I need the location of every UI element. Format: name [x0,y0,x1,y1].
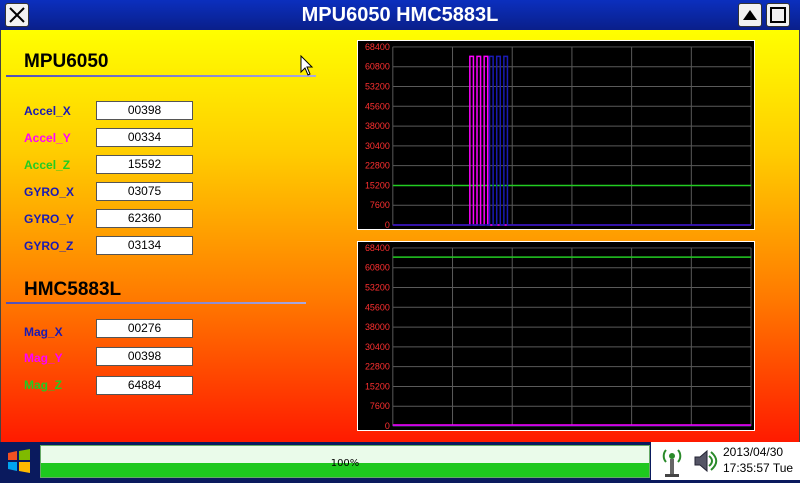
y-tick-label: 15200 [365,381,390,391]
y-tick-label: 0 [385,421,390,431]
accel-x-label: Accel_X [24,104,71,118]
mag-z-field[interactable]: 64884 [96,376,193,395]
magnetometer-chart: 68400 60800 53200 45600 38000 30400 22800 15200… [357,241,755,431]
y-tick-label: 53200 [365,283,390,293]
gyro-z-label: GYRO_Z [24,239,74,253]
accel-gyro-chart: 68400 60800 53200 45600 38000 30400 22800 15200… [357,40,755,230]
mpu-section-divider [6,75,316,77]
taskbar: 100% 2013/04/30 17:35:57 Tue [0,442,800,480]
gyro-x-field[interactable]: 03075 [96,182,193,201]
y-tick-label: 68400 [365,243,390,253]
y-tick-label: 0 [385,220,390,230]
y-tick-label: 45600 [365,101,390,111]
y-tick-label: 7600 [370,401,390,411]
minimize-button[interactable] [738,3,762,27]
y-tick-label: 60800 [365,62,390,72]
system-tray: 2013/04/30 17:35:57 Tue [651,442,800,480]
hmc-section-divider [6,302,306,304]
y-tick-label: 22800 [365,161,390,171]
triangle-up-icon [743,10,757,20]
gyro-x-label: GYRO_X [24,185,75,199]
y-tick-label: 22800 [365,362,390,372]
maximize-button[interactable] [766,3,790,27]
gyro-y-label: GYRO_Y [24,212,75,226]
y-tick-label: 15200 [365,180,390,190]
square-icon [770,7,786,23]
accel-x-field[interactable]: 00398 [96,101,193,120]
accel-y-label: Accel_Y [24,131,71,145]
y-tick-label: 53200 [365,82,390,92]
mag-y-field[interactable]: 00398 [96,347,193,366]
speaker-icon[interactable] [691,447,719,475]
mag-x-label: Mag_X [24,325,63,339]
y-tick-label: 45600 [365,302,390,312]
y-tick-label: 30400 [365,342,390,352]
mag-x-field[interactable]: 00276 [96,319,193,338]
y-tick-label: 38000 [365,322,390,332]
tray-clock: 17:35:57 Tue [723,461,794,475]
y-tick-label: 7600 [370,200,390,210]
gyro-y-field[interactable]: 62360 [96,209,193,228]
title-bar: MPU6050 HMC5883L [0,0,800,30]
y-tick-label: 60800 [365,263,390,273]
wireless-signal-icon[interactable] [657,445,687,478]
mag-z-label: Mag_Z [24,378,63,392]
mag-y-label: Mag_Y [24,351,63,365]
accel-y-field[interactable]: 00334 [96,128,193,147]
mouse-cursor-icon [300,55,314,76]
gyro-z-field[interactable]: 03134 [96,236,193,255]
tray-date: 2013/04/30 [723,445,784,459]
progress-label: 100% [330,458,360,469]
accel-z-field[interactable]: 15592 [96,155,193,174]
y-tick-label: 68400 [365,42,390,52]
main-panel: MPU6050 Accel_X 00398 Accel_Y 00334 Acce… [0,30,800,442]
y-tick-label: 30400 [365,141,390,151]
progress-bar: 100% [40,445,650,478]
hmc-section-title: HMC5883L [24,279,122,300]
y-tick-label: 38000 [365,121,390,131]
start-button[interactable] [2,444,36,478]
windows-logo-icon [8,449,30,473]
mpu-section-title: MPU6050 [24,51,109,72]
window-title: MPU6050 HMC5883L [301,4,499,26]
accel-z-label: Accel_Z [24,158,71,172]
